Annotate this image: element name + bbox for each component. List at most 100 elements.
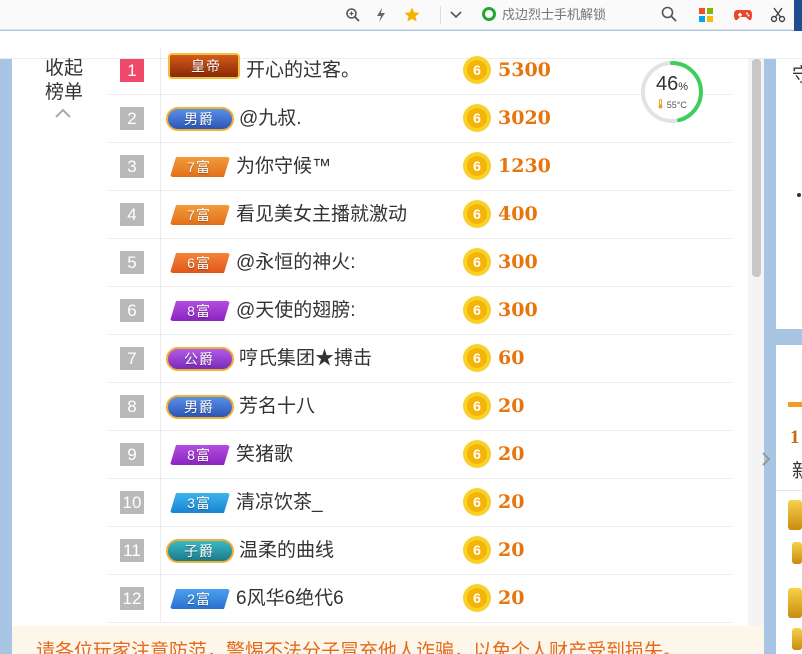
badge-baron: 男爵	[166, 106, 234, 132]
rank-number: 8	[120, 395, 144, 418]
badge-rich2: 2富	[166, 586, 232, 612]
badge-label: 3富	[187, 495, 211, 511]
star-icon[interactable]	[401, 4, 423, 26]
svg-text:6: 6	[473, 206, 481, 222]
rank-number: 3	[120, 155, 144, 178]
rank-number: 2	[120, 107, 144, 130]
badge-viscount: 子爵	[166, 538, 234, 564]
badge-label: 7富	[187, 207, 211, 223]
user-name[interactable]: @天使的翅膀:	[236, 298, 356, 324]
browser-toolbar	[0, 0, 802, 52]
svg-text:6: 6	[473, 446, 481, 462]
rank-divider	[160, 335, 161, 382]
coin-icon: 6	[463, 344, 491, 372]
score-value: 3020	[498, 107, 551, 129]
badge-baron: 男爵	[166, 394, 234, 420]
score-value: 60	[498, 347, 525, 369]
side-badge-fragment-3	[788, 588, 802, 618]
score-value: 300	[498, 299, 538, 321]
badge-rich7: 7富	[166, 202, 232, 228]
rank-divider	[160, 479, 161, 526]
ranking-list: 1 皇帝 开心的过客。 6 5300 2 男爵 @九叔. 6 3020 3 7富 为你守候™ 6 1230 4…	[108, 47, 732, 623]
user-name[interactable]: 清凉饮茶_	[236, 490, 323, 516]
rank-divider	[160, 287, 161, 334]
ranking-row[interactable]: 7 公爵 哼氏集团★搏击 6 60	[108, 335, 732, 383]
score-value: 300	[498, 251, 538, 273]
user-name[interactable]: 笑猪歌	[236, 442, 293, 468]
user-name[interactable]: 为你守候™	[236, 154, 331, 180]
ranking-row[interactable]: 11 子爵 温柔的曲线 6 20	[108, 527, 732, 575]
rank-number: 11	[120, 539, 144, 562]
badge-emperor: 皇帝	[166, 51, 240, 79]
side-accent-bar	[788, 402, 802, 407]
badge-label: 公爵	[184, 351, 214, 367]
side-divider	[776, 490, 802, 491]
user-name[interactable]: 6风华6绝代6	[236, 586, 344, 612]
rank-divider	[160, 431, 161, 478]
ranking-row[interactable]: 8 男爵 芳名十八 6 20	[108, 383, 732, 431]
ranking-row[interactable]: 3 7富 为你守候™ 6 1230	[108, 143, 732, 191]
lightning-icon[interactable]	[370, 4, 392, 26]
score-value: 20	[498, 587, 525, 609]
performance-gauge[interactable]: 46% 55°C	[640, 60, 704, 124]
gamepad-icon[interactable]	[732, 4, 754, 26]
coin-icon: 6	[463, 56, 491, 84]
svg-text:6: 6	[473, 110, 481, 126]
user-name[interactable]: 芳名十八	[239, 394, 315, 420]
search-icon[interactable]	[660, 5, 678, 23]
badge-label: 8富	[187, 303, 211, 319]
ranking-row[interactable]: 10 3富 清凉饮茶_ 6 20	[108, 479, 732, 527]
svg-text:6: 6	[473, 542, 481, 558]
ranking-row[interactable]: 1 皇帝 开心的过客。 6 5300	[108, 47, 732, 95]
coin-icon: 6	[463, 152, 491, 180]
svg-text:6: 6	[473, 350, 481, 366]
badge-rich8: 8富	[166, 298, 232, 324]
apps-icon[interactable]	[695, 4, 717, 26]
ranking-row[interactable]: 6 8富 @天使的翅膀: 6 300	[108, 287, 732, 335]
scrollbar-thumb[interactable]	[752, 59, 761, 277]
chevron-right-icon[interactable]	[760, 450, 772, 468]
badge-rich8: 8富	[166, 442, 232, 468]
badge-rich3: 3富	[166, 490, 232, 516]
ranking-row[interactable]: 12 2富 6风华6绝代6 6 20	[108, 575, 732, 623]
search-box[interactable]	[474, 2, 686, 26]
score-value: 20	[498, 491, 525, 513]
chevron-down-icon[interactable]	[445, 4, 467, 26]
coin-icon: 6	[463, 392, 491, 420]
rank-number: 1	[120, 59, 144, 82]
ranking-row[interactable]: 9 8富 笑猪歌 6 20	[108, 431, 732, 479]
chevron-up-icon[interactable]	[54, 104, 72, 118]
coin-icon: 6	[463, 248, 491, 276]
gauge-temperature: 55°C	[640, 99, 704, 110]
zoom-icon[interactable]	[342, 4, 364, 26]
score-value: 5300	[498, 59, 551, 81]
side-badge-fragment-2	[792, 542, 802, 564]
toolbar-divider	[440, 6, 441, 24]
notice-text: 请各位玩家注意防范，警惕不法分子冒充他人诈骗，以免个人财产受到损失。	[36, 641, 683, 654]
user-name[interactable]: 温柔的曲线	[239, 538, 334, 564]
rank-divider	[160, 239, 161, 286]
user-name[interactable]: 看见美女主播就激动	[236, 202, 407, 228]
user-name[interactable]: 开心的过客。	[246, 58, 360, 84]
score-value: 20	[498, 443, 525, 465]
user-name[interactable]: @永恒的神火:	[236, 250, 356, 276]
user-name[interactable]: 哼氏集团★搏击	[239, 346, 372, 372]
badge-label: 子爵	[184, 543, 214, 559]
rank-number: 10	[120, 491, 144, 514]
svg-text:6: 6	[473, 398, 481, 414]
rank-number: 7	[120, 347, 144, 370]
rank-number: 4	[120, 203, 144, 226]
ranking-row[interactable]: 2 男爵 @九叔. 6 3020	[108, 95, 732, 143]
rank-number: 6	[120, 299, 144, 322]
badge-label: 皇帝	[191, 58, 221, 74]
ranking-row[interactable]: 5 6富 @永恒的神火: 6 300	[108, 239, 732, 287]
rank-divider	[160, 191, 161, 238]
scissors-icon[interactable]	[767, 4, 789, 26]
badge-label: 7富	[187, 159, 211, 175]
ranking-row[interactable]: 4 7富 看见美女主播就激动 6 400	[108, 191, 732, 239]
collapse-ranking-button[interactable]: 收起 榜单	[40, 56, 88, 104]
badge-label: 2富	[187, 591, 211, 607]
coin-icon: 6	[463, 536, 491, 564]
search-input[interactable]	[502, 6, 652, 22]
user-name[interactable]: @九叔.	[239, 106, 302, 132]
